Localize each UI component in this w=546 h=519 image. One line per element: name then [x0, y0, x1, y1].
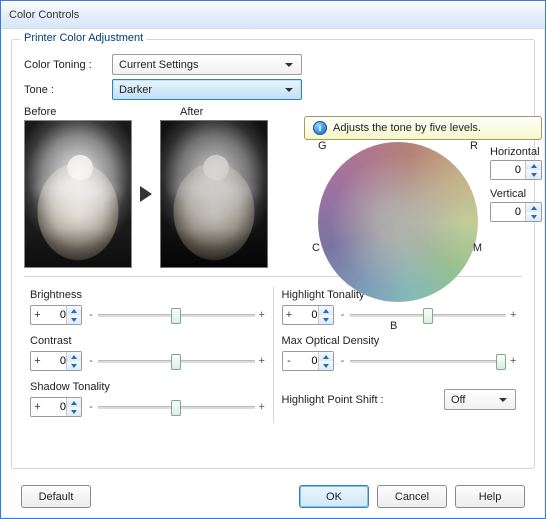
brightness-input[interactable] — [44, 306, 66, 324]
contrast-value-box[interactable]: + — [30, 351, 82, 371]
spinner-down-icon[interactable] — [67, 315, 81, 324]
max-optical-density-input[interactable] — [296, 352, 318, 370]
default-button[interactable]: Default — [21, 485, 91, 508]
info-icon: i — [313, 121, 327, 135]
spinner-down-icon[interactable] — [526, 170, 541, 179]
window-title: Color Controls — [9, 9, 79, 21]
chevron-down-icon — [494, 391, 511, 408]
brightness-label: Brightness — [30, 289, 265, 301]
before-label: Before — [24, 106, 142, 118]
vertical-spinner[interactable] — [490, 202, 542, 222]
help-button[interactable]: Help — [455, 485, 525, 508]
cancel-button[interactable]: Cancel — [377, 485, 447, 508]
wheel-label-r: R — [470, 140, 478, 152]
contrast-input[interactable] — [44, 352, 66, 370]
tooltip-text: Adjusts the tone by five levels. — [333, 122, 481, 134]
highlight-point-shift-dropdown[interactable]: Off — [444, 389, 516, 410]
shadow-tonality-slider[interactable] — [98, 398, 255, 416]
spinner-up-icon[interactable] — [67, 306, 81, 315]
color-toning-dropdown[interactable]: Current Settings — [112, 54, 302, 75]
wheel-label-c: C — [312, 242, 320, 254]
horizontal-spinner[interactable] — [490, 160, 542, 180]
range-min-label: - — [88, 309, 94, 321]
tone-label: Tone : — [24, 84, 112, 96]
tone-value: Darker — [119, 84, 152, 96]
ok-button[interactable]: OK — [299, 485, 369, 508]
wheel-label-m: M — [473, 242, 482, 254]
shadow-tonality-value-box[interactable]: + — [30, 397, 82, 417]
vertical-input[interactable] — [491, 203, 525, 221]
preview-before-image — [24, 120, 132, 268]
highlight-point-shift-value: Off — [451, 394, 465, 406]
color-toning-value: Current Settings — [119, 59, 198, 71]
after-label: After — [180, 106, 298, 118]
brightness-value-box[interactable]: + — [30, 305, 82, 325]
wheel-center-marker: + — [394, 214, 402, 230]
chevron-down-icon — [280, 56, 297, 73]
max-optical-density-label: Max Optical Density — [282, 335, 517, 347]
brightness-slider[interactable] — [98, 306, 255, 324]
max-optical-density-value-box[interactable]: - — [282, 351, 334, 371]
shadow-tonality-label: Shadow Tonality — [30, 381, 265, 393]
color-controls-dialog: Color Controls Printer Color Adjustment … — [0, 0, 546, 519]
horizontal-input[interactable] — [491, 161, 525, 179]
vertical-label: Vertical — [490, 188, 546, 200]
horizontal-label: Horizontal — [490, 146, 546, 158]
chevron-down-icon — [280, 81, 297, 98]
spinner-up-icon[interactable] — [526, 203, 541, 212]
group-title: Printer Color Adjustment — [20, 32, 147, 44]
tone-tooltip: i Adjusts the tone by five levels. — [304, 116, 542, 140]
brightness-sign: + — [31, 306, 44, 324]
range-max-label: + — [259, 309, 265, 321]
highlight-tonality-slider[interactable] — [350, 306, 507, 324]
preview-after-image — [160, 120, 268, 268]
arrow-right-icon — [140, 186, 152, 202]
contrast-slider[interactable] — [98, 352, 255, 370]
color-wheel[interactable]: + — [318, 142, 478, 302]
max-optical-density-slider[interactable] — [350, 352, 507, 370]
color-toning-label: Color Toning : — [24, 59, 112, 71]
titlebar[interactable]: Color Controls — [1, 1, 545, 29]
spinner-up-icon[interactable] — [526, 161, 541, 170]
printer-color-adjustment-group: Printer Color Adjustment Color Toning : … — [11, 39, 535, 469]
contrast-label: Contrast — [30, 335, 265, 347]
highlight-point-shift-label: Highlight Point Shift : — [282, 394, 384, 406]
wheel-label-g: G — [318, 140, 327, 152]
spinner-down-icon[interactable] — [526, 212, 541, 221]
shadow-tonality-input[interactable] — [44, 398, 66, 416]
tone-dropdown[interactable]: Darker — [112, 79, 302, 100]
